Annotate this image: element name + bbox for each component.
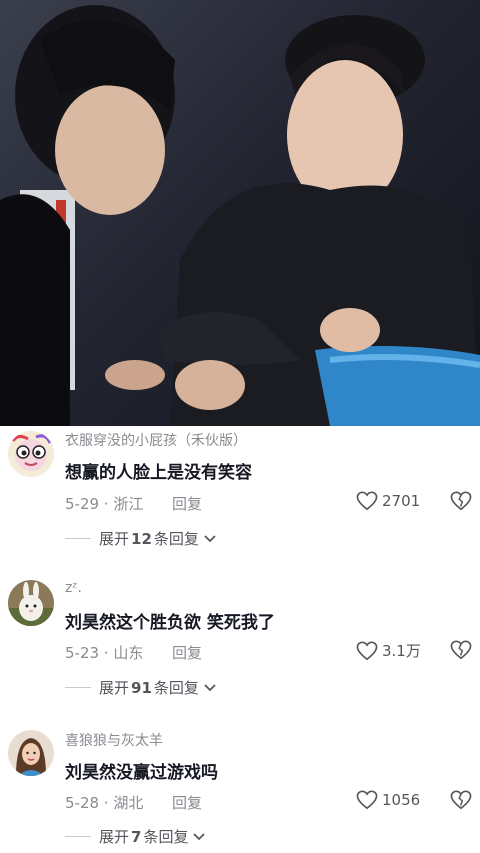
avatar[interactable] <box>8 730 54 776</box>
divider <box>65 836 91 837</box>
comment-nickname[interactable]: zᶻ. <box>65 580 82 596</box>
heart-icon <box>356 790 378 810</box>
comment-list: 衣服穿没的小屁孩（禾伙版） 想赢的人脸上是没有笑容 5-29 · 浙江 回复 2… <box>0 426 480 853</box>
expand-prefix: 展开 <box>99 530 130 548</box>
expand-replies-button[interactable]: 展开 91 条回复 <box>65 677 217 698</box>
like-button[interactable]: 1056 <box>356 790 420 810</box>
expand-prefix: 展开 <box>99 679 130 697</box>
expand-suffix: 条回复 <box>153 679 199 697</box>
like-button[interactable]: 3.1万 <box>356 640 421 661</box>
expand-prefix: 展开 <box>99 828 130 846</box>
comment-nickname[interactable]: 衣服穿没的小屁孩（禾伙版） <box>65 430 247 450</box>
chevron-down-icon <box>193 832 206 840</box>
comment-nickname[interactable]: 喜狼狼与灰太羊 <box>65 730 163 750</box>
broken-heart-icon <box>450 640 472 660</box>
reply-button[interactable]: 回复 <box>172 493 202 514</box>
expand-count: 7 <box>131 827 142 846</box>
broken-heart-icon <box>450 790 472 810</box>
chevron-down-icon <box>204 683 216 691</box>
expand-replies-button[interactable]: 展开 7 条回复 <box>65 826 206 847</box>
expand-count: 12 <box>131 529 152 548</box>
dislike-button[interactable] <box>450 491 472 515</box>
heart-icon <box>356 641 378 660</box>
video-frame[interactable] <box>0 0 480 426</box>
comment-date-location: 5-23 · 山东 <box>65 644 144 662</box>
avatar[interactable] <box>8 580 54 626</box>
broken-heart-icon <box>450 491 472 511</box>
like-count: 1056 <box>382 791 421 809</box>
dislike-button[interactable] <box>450 640 472 664</box>
expand-replies-button[interactable]: 展开 12 条回复 <box>65 528 217 549</box>
comment-text[interactable]: 想赢的人脸上是没有笑容 <box>65 458 252 483</box>
like-count: 3.1万 <box>382 642 421 660</box>
expand-suffix: 条回复 <box>143 828 189 846</box>
expand-count: 91 <box>131 678 152 697</box>
like-count: 2701 <box>382 492 421 510</box>
comment-date-location: 5-28 · 湖北 <box>65 794 144 812</box>
expand-suffix: 条回复 <box>153 530 199 548</box>
chevron-down-icon <box>204 534 216 542</box>
heart-icon <box>356 491 378 511</box>
comment-text[interactable]: 刘昊然这个胜负欲 笑死我了 <box>65 608 275 633</box>
divider <box>65 538 91 539</box>
dislike-button[interactable] <box>450 790 472 814</box>
comment-date-location: 5-29 · 浙江 <box>65 495 144 513</box>
video-scene <box>0 5 480 426</box>
reply-button[interactable]: 回复 <box>172 642 202 663</box>
avatar[interactable] <box>8 431 54 477</box>
comment-text[interactable]: 刘昊然没赢过游戏吗 <box>65 758 218 783</box>
reply-button[interactable]: 回复 <box>172 792 202 813</box>
divider <box>65 687 91 688</box>
like-button[interactable]: 2701 <box>356 491 420 511</box>
